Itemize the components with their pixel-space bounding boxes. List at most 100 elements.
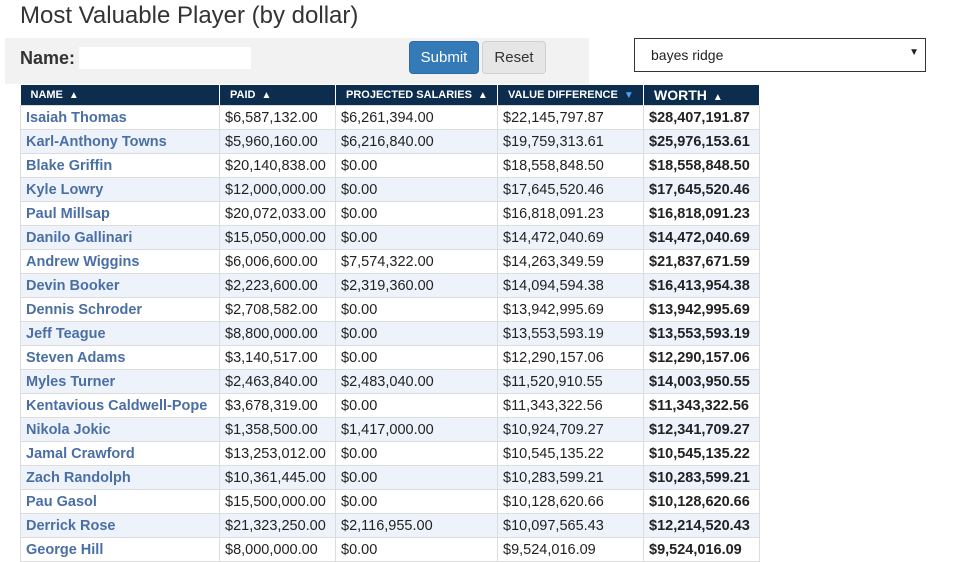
projected-salary-cell: $2,116,955.00 xyxy=(335,513,498,538)
worth-cell: $14,003,950.55 xyxy=(643,369,760,394)
projected-salary-cell: $6,261,394.00 xyxy=(335,105,498,130)
column-header-projected-salaries[interactable]: PROJECTED SALARIES ▲ xyxy=(335,85,498,106)
table-row: George Hill $8,000,000.00 $0.00 $9,524,016.… xyxy=(20,537,760,562)
table-row: Pau Gasol $15,500,000.00 $0.00 $10,128,620.… xyxy=(20,489,760,514)
worth-cell: $13,942,995.69 xyxy=(643,297,760,322)
table-row: Kyle Lowry $12,000,000.00 $0.00 $17,645,520… xyxy=(20,177,760,202)
projected-salary-cell: $0.00 xyxy=(335,537,498,562)
column-header-label: PAID xyxy=(230,89,256,101)
projected-salary-cell: $6,216,840.00 xyxy=(335,129,498,154)
submit-button[interactable]: Submit xyxy=(409,41,479,74)
paid-cell: $2,708,582.00 xyxy=(219,297,336,322)
projected-salary-cell: $0.00 xyxy=(335,465,498,490)
paid-cell: $20,140,838.00 xyxy=(219,153,336,178)
column-header-label: VALUE DIFFERENCE xyxy=(508,89,618,101)
name-input[interactable] xyxy=(79,47,251,69)
worth-cell: $21,837,671.59 xyxy=(643,249,760,274)
projected-salary-cell: $2,319,360.00 xyxy=(335,273,498,298)
table-row: Myles Turner $2,463,840.00 $2,483,040.00 $1… xyxy=(20,369,760,394)
player-name-link[interactable]: Kyle Lowry xyxy=(20,177,220,202)
value-difference-cell: $17,645,520.46 xyxy=(497,177,644,202)
value-difference-cell: $14,472,040.69 xyxy=(497,225,644,250)
table-row: Devin Booker $2,223,600.00 $2,319,360.00 $1… xyxy=(20,273,760,298)
worth-cell: $12,214,520.43 xyxy=(643,513,760,538)
sort-asc-icon: ▲ xyxy=(712,92,723,103)
paid-cell: $15,050,000.00 xyxy=(219,225,336,250)
name-label: Name: xyxy=(20,48,76,68)
paid-cell: $21,323,250.00 xyxy=(219,513,336,538)
column-header-name[interactable]: NAME ▲ xyxy=(20,85,220,106)
worth-cell: $12,341,709.27 xyxy=(643,417,760,442)
projected-salary-cell: $7,574,322.00 xyxy=(335,249,498,274)
player-name-link[interactable]: Isaiah Thomas xyxy=(20,105,220,130)
table-header-row: NAME ▲ PAID ▲ PROJECTED SALARIES ▲ VALUE DI… xyxy=(20,85,760,106)
player-name-link[interactable]: Devin Booker xyxy=(20,273,220,298)
paid-cell: $6,587,132.00 xyxy=(219,105,336,130)
paid-cell: $2,463,840.00 xyxy=(219,369,336,394)
worth-cell: $10,128,620.66 xyxy=(643,489,760,514)
player-name-link[interactable]: Dennis Schroder xyxy=(20,297,220,322)
player-name-link[interactable]: Jamal Crawford xyxy=(20,441,220,466)
table-row: Jamal Crawford $13,253,012.00 $0.00 $10,545… xyxy=(20,441,760,466)
projected-salary-cell: $0.00 xyxy=(335,321,498,346)
value-difference-cell: $10,128,620.66 xyxy=(497,489,644,514)
player-name-link[interactable]: Pau Gasol xyxy=(20,489,220,514)
paid-cell: $6,006,600.00 xyxy=(219,249,336,274)
player-name-link[interactable]: Nikola Jokic xyxy=(20,417,220,442)
value-difference-cell: $18,558,848.50 xyxy=(497,153,644,178)
player-name-link[interactable]: Derrick Rose xyxy=(20,513,220,538)
paid-cell: $2,223,600.00 xyxy=(219,273,336,298)
column-header-label: NAME xyxy=(30,89,63,101)
player-name-link[interactable]: Kentavious Caldwell-Pope xyxy=(20,393,220,418)
projected-salary-cell: $0.00 xyxy=(335,489,498,514)
column-header-value-difference[interactable]: VALUE DIFFERENCE ▼ xyxy=(497,85,644,106)
model-select[interactable]: bayes ridge ▼ xyxy=(634,38,926,72)
value-difference-cell: $22,145,797.87 xyxy=(497,105,644,130)
projected-salary-cell: $0.00 xyxy=(335,393,498,418)
player-name-link[interactable]: Blake Griffin xyxy=(20,153,220,178)
player-name-link[interactable]: George Hill xyxy=(20,537,220,562)
player-name-link[interactable]: Zach Randolph xyxy=(20,465,220,490)
table-row: Zach Randolph $10,361,445.00 $0.00 $10,283,… xyxy=(20,465,760,490)
worth-cell: $16,818,091.23 xyxy=(643,201,760,226)
player-name-link[interactable]: Paul Millsap xyxy=(20,201,220,226)
sort-desc-icon: ▼ xyxy=(623,90,634,101)
worth-cell: $9,524,016.09 xyxy=(643,537,760,562)
value-difference-cell: $13,553,593.19 xyxy=(497,321,644,346)
player-name-link[interactable]: Andrew Wiggins xyxy=(20,249,220,274)
value-difference-cell: $10,924,709.27 xyxy=(497,417,644,442)
value-difference-cell: $10,097,565.43 xyxy=(497,513,644,538)
worth-cell: $25,976,153.61 xyxy=(643,129,760,154)
player-name-link[interactable]: Karl-Anthony Towns xyxy=(20,129,220,154)
value-difference-cell: $9,524,016.09 xyxy=(497,537,644,562)
value-difference-cell: $14,263,349.59 xyxy=(497,249,644,274)
player-name-link[interactable]: Danilo Gallinari xyxy=(20,225,220,250)
table-row: Jeff Teague $8,800,000.00 $0.00 $13,553,593… xyxy=(20,321,760,346)
worth-cell: $18,558,848.50 xyxy=(643,153,760,178)
projected-salary-cell: $0.00 xyxy=(335,441,498,466)
value-difference-cell: $11,343,322.56 xyxy=(497,393,644,418)
worth-cell: $10,545,135.22 xyxy=(643,441,760,466)
reset-button[interactable]: Reset xyxy=(482,41,546,74)
worth-cell: $13,553,593.19 xyxy=(643,321,760,346)
table-body: Isaiah Thomas $6,587,132.00 $6,261,394.00 $… xyxy=(20,105,760,562)
projected-salary-cell: $0.00 xyxy=(335,297,498,322)
player-name-link[interactable]: Myles Turner xyxy=(20,369,220,394)
paid-cell: $12,000,000.00 xyxy=(219,177,336,202)
column-header-paid[interactable]: PAID ▲ xyxy=(219,85,336,106)
value-difference-cell: $11,520,910.55 xyxy=(497,369,644,394)
value-difference-cell: $16,818,091.23 xyxy=(497,201,644,226)
projected-salary-cell: $0.00 xyxy=(335,201,498,226)
table-row: Nikola Jokic $1,358,500.00 $1,417,000.00 $1… xyxy=(20,417,760,442)
player-name-link[interactable]: Jeff Teague xyxy=(20,321,220,346)
paid-cell: $5,960,160.00 xyxy=(219,129,336,154)
worth-cell: $14,472,040.69 xyxy=(643,225,760,250)
projected-salary-cell: $1,417,000.00 xyxy=(335,417,498,442)
player-name-link[interactable]: Steven Adams xyxy=(20,345,220,370)
mvp-table: NAME ▲ PAID ▲ PROJECTED SALARIES ▲ VALUE DI… xyxy=(20,85,760,562)
paid-cell: $13,253,012.00 xyxy=(219,441,336,466)
table-row: Derrick Rose $21,323,250.00 $2,116,955.00 $… xyxy=(20,513,760,538)
paid-cell: $1,358,500.00 xyxy=(219,417,336,442)
sort-asc-icon: ▲ xyxy=(68,90,79,101)
column-header-worth[interactable]: WORTH ▲ xyxy=(643,85,760,106)
